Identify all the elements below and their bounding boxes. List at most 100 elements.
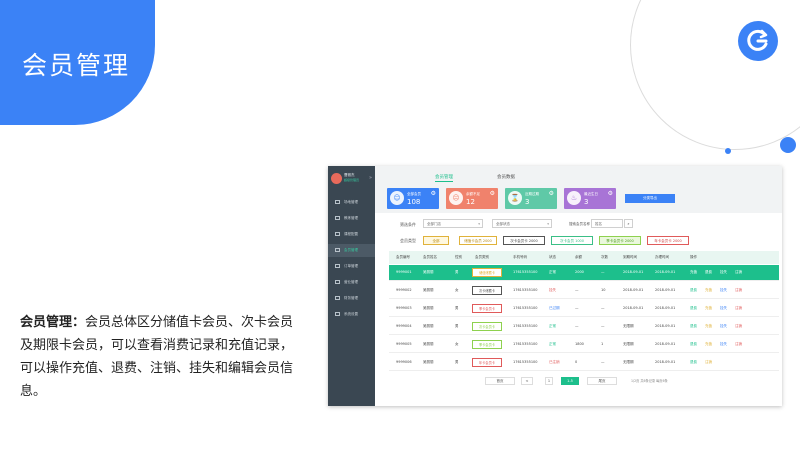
cell-sex: 男 bbox=[455, 306, 459, 310]
main-content: 会员管理 会员数据 ☺ 全部会员 108 ⚙ ☹ 余额不足 12 ⚙ ⌛ 近期过期 3 ⚙ ♨ 最近生日 3… bbox=[375, 166, 782, 406]
cell-join: 2018-09-01 bbox=[655, 270, 676, 274]
gear-icon[interactable]: ⚙ bbox=[549, 190, 554, 197]
gear-icon[interactable]: ⚙ bbox=[490, 190, 495, 197]
search-icon[interactable]: ⌕ bbox=[624, 219, 633, 228]
store-select[interactable]: 全部门店 ▾ bbox=[423, 219, 483, 228]
row-action-link[interactable]: 挂失 bbox=[720, 306, 727, 311]
last-page-button[interactable]: 尾页 bbox=[587, 377, 617, 385]
gear-icon[interactable]: ⚙ bbox=[431, 190, 436, 197]
cell-id: 9999006 bbox=[396, 360, 412, 364]
sidebar-item-label: 营业管理 bbox=[344, 280, 358, 284]
row-action-link[interactable]: 注销 bbox=[735, 342, 742, 347]
column-header: 到期时间 bbox=[623, 255, 637, 259]
table-row[interactable]: 9999003 吴丽丽 男 17615355100 已过期 — — 2018-09-01 201… bbox=[389, 301, 779, 317]
cell-expire: 2018-09-01 bbox=[623, 306, 644, 310]
sidebar-item[interactable]: 营业管理 bbox=[328, 276, 375, 289]
sidebar-item-label: 课程配置 bbox=[344, 232, 358, 236]
row-action-link[interactable]: 注销 bbox=[735, 306, 742, 311]
sidebar-item[interactable]: 订单管理 bbox=[328, 260, 375, 273]
row-action-link[interactable]: 充值 bbox=[705, 324, 712, 329]
column-header: 会员编号 bbox=[396, 255, 410, 259]
tab-member-data[interactable]: 会员数据 bbox=[497, 174, 515, 180]
table-row[interactable]: 9999002 吴丽丽 女 17615355100 挂失 — 10 2018-09-01 201… bbox=[389, 283, 779, 299]
row-action-link[interactable]: 注销 bbox=[735, 270, 742, 275]
cell-count: — bbox=[601, 360, 605, 364]
member-type-tag: 次卡储蓄卡 bbox=[472, 286, 502, 295]
page-range-current[interactable]: 1-5 bbox=[561, 377, 579, 385]
table-row[interactable]: 9999001 吴丽丽 男 17615355100 正常 2000 — 2018-09-01 2… bbox=[389, 265, 779, 281]
user-profile[interactable]: 曹雅杰 超级管理员 » bbox=[331, 173, 373, 187]
row-action-link[interactable]: 退费 bbox=[690, 342, 697, 347]
cell-sex: 男 bbox=[455, 270, 459, 274]
row-action-link[interactable]: 充值 bbox=[705, 342, 712, 347]
gear-icon[interactable]: ⚙ bbox=[608, 190, 613, 197]
member-type-label: 会员类型 bbox=[400, 238, 416, 243]
first-page-button[interactable]: 首页 bbox=[485, 377, 515, 385]
member-type-chip[interactable]: 季卡会员卡 2000 bbox=[599, 236, 641, 245]
stat-label: 全部会员 bbox=[407, 192, 421, 196]
row-action-link[interactable]: 退费 bbox=[690, 324, 697, 329]
status-select[interactable]: 全部状态 ▾ bbox=[492, 219, 552, 228]
stat-value: 3 bbox=[584, 198, 589, 206]
row-action-link[interactable]: 退费 bbox=[690, 306, 697, 311]
table-row[interactable]: 9999004 吴丽丽 男 17615355100 正常 — — 无限期 2018-09-01 次… bbox=[389, 319, 779, 335]
tab-member-management[interactable]: 会员管理 bbox=[435, 174, 453, 182]
member-type-chip[interactable]: 全部 bbox=[423, 236, 449, 245]
status-select-value: 全部状态 bbox=[496, 222, 510, 226]
refresh-g-icon bbox=[747, 29, 768, 51]
row-action-link[interactable]: 注销 bbox=[735, 288, 742, 293]
member-type-chip[interactable]: 储值卡会员 2000 bbox=[459, 236, 497, 245]
row-action-link[interactable]: 注销 bbox=[735, 324, 742, 329]
search-input[interactable]: 姓名 bbox=[591, 219, 623, 228]
cell-expire: 2018-09-01 bbox=[623, 288, 644, 292]
member-type-chip[interactable]: 年卡会员卡 2000 bbox=[647, 236, 689, 245]
chevron-down-icon: ▾ bbox=[478, 222, 480, 226]
row-action-link[interactable]: 充值 bbox=[690, 270, 697, 275]
sidebar-item[interactable]: 会员管理 bbox=[328, 244, 375, 257]
row-action-link[interactable]: 挂失 bbox=[720, 270, 727, 275]
cell-name: 吴丽丽 bbox=[423, 324, 434, 328]
sidebar-item[interactable]: 课程配置 bbox=[328, 228, 375, 241]
cell-status: 已过期 bbox=[549, 306, 560, 310]
cell-sex: 女 bbox=[455, 342, 459, 346]
sidebar-item-label: 场地管理 bbox=[344, 200, 358, 204]
row-action-link[interactable]: 充值 bbox=[705, 288, 712, 293]
store-select-value: 全部门店 bbox=[427, 222, 441, 226]
stat-card[interactable]: ☺ 全部会员 108 ⚙ bbox=[387, 188, 439, 209]
export-button[interactable]: 分类导出 bbox=[625, 194, 675, 203]
prev-page-button[interactable]: < bbox=[521, 377, 533, 385]
member-type-chip[interactable]: 次卡会员卡 2000 bbox=[503, 236, 545, 245]
row-action-link[interactable]: 退费 bbox=[705, 270, 712, 275]
row-action-link[interactable]: 挂失 bbox=[720, 288, 727, 293]
cell-name: 吴丽丽 bbox=[423, 288, 434, 292]
cell-balance: — bbox=[575, 324, 579, 328]
row-action-link[interactable]: 充值 bbox=[705, 306, 712, 311]
row-action-link[interactable]: 挂失 bbox=[720, 324, 727, 329]
stat-value: 12 bbox=[466, 198, 475, 206]
column-header: 操作 bbox=[690, 255, 697, 259]
cell-id: 9999001 bbox=[396, 270, 412, 274]
row-action-link[interactable]: 退费 bbox=[690, 360, 697, 365]
sidebar-item[interactable]: 教练管理 bbox=[328, 212, 375, 225]
stat-card[interactable]: ☹ 余额不足 12 ⚙ bbox=[446, 188, 498, 209]
table-row[interactable]: 9999006 吴丽丽 男 17615355100 已注销 0 — 无限期 2018-09-01… bbox=[389, 355, 779, 371]
page-number[interactable]: 1 bbox=[545, 377, 553, 385]
stat-card[interactable]: ⌛ 近期过期 3 ⚙ bbox=[505, 188, 557, 209]
column-header: 手机号码 bbox=[513, 255, 527, 259]
chevron-right-icon[interactable]: » bbox=[369, 175, 372, 181]
sidebar-item[interactable]: 财务管理 bbox=[328, 292, 375, 305]
row-action-link[interactable]: 挂失 bbox=[720, 342, 727, 347]
slide-title: 会员管理 bbox=[22, 51, 131, 80]
member-type-chip[interactable]: 次卡会员 1000 bbox=[551, 236, 593, 245]
table-row[interactable]: 9999005 吴丽丽 女 17615355100 正常 1800 1 无限期 2018-09-… bbox=[389, 337, 779, 353]
sidebar-item[interactable]: 场地管理 bbox=[328, 196, 375, 209]
cell-expire: 无限期 bbox=[623, 342, 634, 346]
cell-count: 10 bbox=[601, 288, 606, 292]
business-icon bbox=[335, 280, 340, 284]
stat-card[interactable]: ♨ 最近生日 3 ⚙ bbox=[564, 188, 616, 209]
sidebar-item[interactable]: 系统设置 bbox=[328, 308, 375, 321]
sidebar: 曹雅杰 超级管理员 » 场地管理教练管理课程配置会员管理订单管理营业管理财务管理… bbox=[328, 166, 375, 406]
row-action-link[interactable]: 退费 bbox=[690, 288, 697, 293]
cell-status: 挂失 bbox=[549, 288, 556, 292]
row-action-link[interactable]: 注销 bbox=[705, 360, 712, 365]
